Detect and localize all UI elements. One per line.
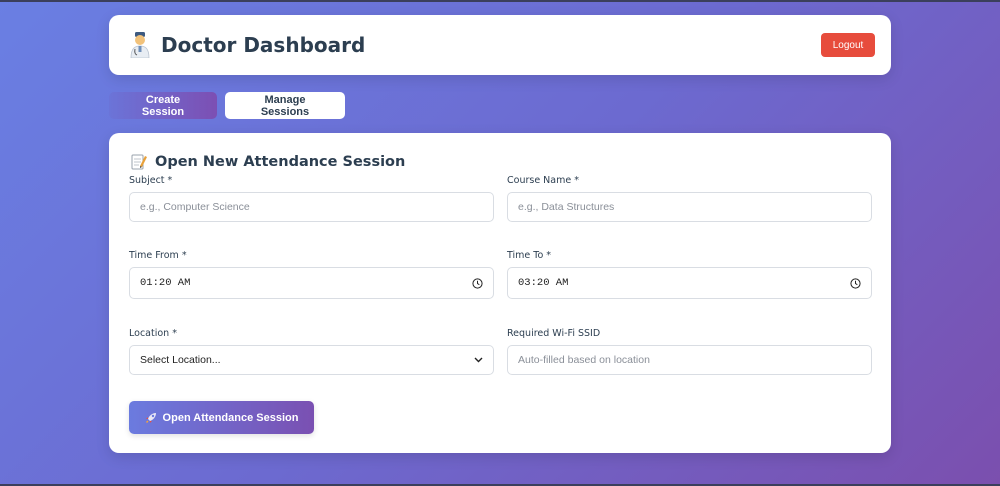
wifi-placeholder: Auto-filled based on location xyxy=(518,354,650,366)
time-to-input[interactable]: 03:20 AM xyxy=(507,267,872,299)
time-to-field-group: Time To * 03:20 AM xyxy=(507,250,872,299)
doctor-icon xyxy=(130,32,150,58)
wifi-label: Required Wi-Fi SSID xyxy=(507,328,601,339)
tab-manage-sessions[interactable]: Manage Sessions xyxy=(225,92,345,119)
course-label: Course Name * xyxy=(507,175,579,186)
window-top-edge xyxy=(0,0,1000,2)
rocket-icon xyxy=(145,412,156,423)
location-label: Location * xyxy=(129,328,177,339)
tab-create-session[interactable]: Create Session xyxy=(109,92,217,119)
open-session-button[interactable]: Open Attendance Session xyxy=(129,401,314,434)
tab-bar: Create Session Manage Sessions xyxy=(109,92,345,119)
open-session-label: Open Attendance Session xyxy=(162,411,299,424)
subject-label: Subject * xyxy=(129,175,173,186)
time-from-value: 01:20 AM xyxy=(140,277,191,289)
subject-input[interactable]: e.g., Computer Science xyxy=(129,192,494,222)
time-from-field-group: Time From * 01:20 AM xyxy=(129,250,494,299)
page-title: Doctor Dashboard xyxy=(161,33,366,57)
create-session-form: Open New Attendance Session Subject * e.… xyxy=(109,133,891,453)
logout-button[interactable]: Logout xyxy=(821,33,875,57)
chevron-down-icon xyxy=(474,357,483,363)
time-to-label: Time To * xyxy=(507,250,552,261)
subject-field-group: Subject * e.g., Computer Science xyxy=(129,175,494,222)
title-group: Doctor Dashboard xyxy=(129,32,365,58)
clock-icon[interactable] xyxy=(472,277,483,289)
form-title: Open New Attendance Session xyxy=(155,153,406,170)
time-from-input[interactable]: 01:20 AM xyxy=(129,267,494,299)
location-selected-value: Select Location... xyxy=(140,354,221,366)
subject-placeholder: e.g., Computer Science xyxy=(140,201,250,213)
clock-icon[interactable] xyxy=(850,277,861,289)
time-from-label: Time From * xyxy=(129,250,187,261)
course-input[interactable]: e.g., Data Structures xyxy=(507,192,872,222)
course-field-group: Course Name * e.g., Data Structures xyxy=(507,175,872,222)
memo-icon xyxy=(131,154,147,170)
location-select[interactable]: Select Location... xyxy=(129,345,494,375)
location-field-group: Location * Select Location... xyxy=(129,328,494,375)
form-heading: Open New Attendance Session xyxy=(131,153,405,170)
course-placeholder: e.g., Data Structures xyxy=(518,201,615,213)
dashboard-header: Doctor Dashboard Logout xyxy=(109,15,891,75)
time-to-value: 03:20 AM xyxy=(518,277,569,289)
wifi-ssid-input[interactable]: Auto-filled based on location xyxy=(507,345,872,375)
wifi-field-group: Required Wi-Fi SSID Auto-filled based on… xyxy=(507,328,872,375)
